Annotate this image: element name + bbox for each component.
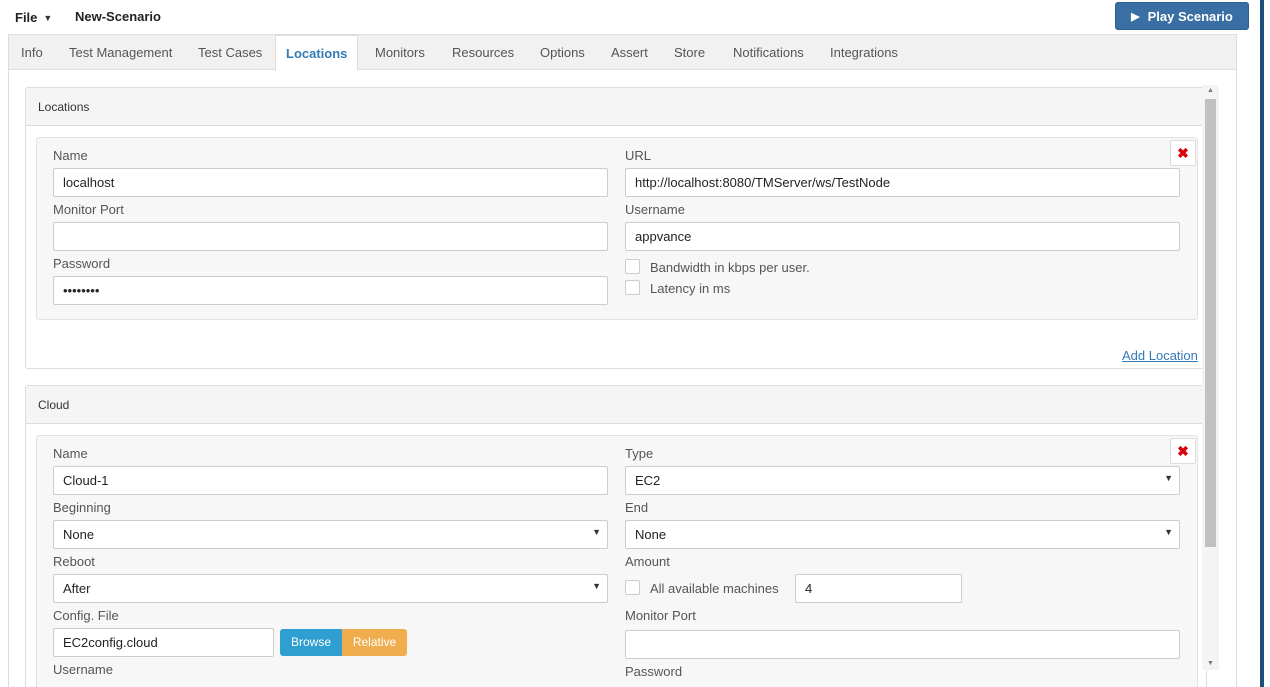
- monitor-port-input[interactable]: [53, 222, 608, 251]
- monitor-port-label: Monitor Port: [53, 202, 124, 217]
- password-label: Password: [53, 256, 111, 271]
- tab-resources[interactable]: Resources: [442, 35, 524, 70]
- cloud-panel: Cloud Name Cloud-1 Beginning None ▼ Reboo…: [25, 385, 1207, 687]
- dropdown-arrow-icon: ▼: [1164, 473, 1173, 483]
- amount-label: Amount: [625, 554, 670, 569]
- tab-test-cases[interactable]: Test Cases: [188, 35, 272, 70]
- tab-bar: Info Test Management Test Cases Location…: [9, 35, 1236, 71]
- url-input[interactable]: http://localhost:8080/TMServer/ws/TestNo…: [625, 168, 1180, 197]
- file-menu-label: File: [15, 10, 38, 25]
- username-label: Username: [625, 202, 685, 217]
- config-file-input[interactable]: EC2config.cloud: [53, 628, 274, 657]
- window-edge: [1260, 0, 1264, 687]
- dropdown-arrow-icon: ▼: [1164, 527, 1173, 537]
- cloud-monitor-port-label: Monitor Port: [625, 608, 696, 623]
- tab-store[interactable]: Store: [664, 35, 715, 70]
- cloud-panel-title: Cloud: [26, 386, 1206, 424]
- latency-label: Latency in ms: [650, 281, 731, 296]
- beginning-select[interactable]: None ▼: [53, 520, 608, 549]
- location-entry: Name localhost Monitor Port Password •••…: [36, 137, 1198, 320]
- username-input[interactable]: appvance: [625, 222, 1180, 251]
- tab-content: Locations Name localhost Monitor Port Pa…: [9, 71, 1236, 687]
- caret-down-icon: ▼: [43, 13, 53, 23]
- reboot-select[interactable]: After ▼: [53, 574, 608, 603]
- amount-input[interactable]: 4: [795, 574, 962, 603]
- locations-panel: Locations Name localhost Monitor Port Pa…: [25, 87, 1207, 369]
- dropdown-arrow-icon: ▼: [592, 581, 601, 591]
- dropdown-arrow-icon: ▼: [592, 527, 601, 537]
- location-name-label: Name: [53, 148, 88, 163]
- cloud-username-label: Username: [53, 662, 113, 677]
- reboot-label: Reboot: [53, 554, 95, 569]
- tab-assert[interactable]: Assert: [601, 35, 658, 70]
- tab-monitors[interactable]: Monitors: [365, 35, 435, 70]
- delete-icon: ✖: [1177, 443, 1189, 459]
- browse-button[interactable]: Browse: [280, 629, 342, 656]
- top-bar: File ▼ New-Scenario ▶ Play Scenario: [0, 0, 1270, 34]
- tabs-container: Info Test Management Test Cases Location…: [8, 34, 1237, 687]
- delete-location-button[interactable]: ✖: [1170, 140, 1196, 166]
- end-value: None: [635, 527, 667, 542]
- scenario-name: New-Scenario: [75, 9, 161, 24]
- location-name-input[interactable]: localhost: [53, 168, 608, 197]
- password-input[interactable]: ••••••••: [53, 276, 608, 305]
- play-scenario-button[interactable]: ▶ Play Scenario: [1115, 2, 1249, 30]
- cloud-name-label: Name: [53, 446, 88, 461]
- reboot-value: After: [63, 581, 91, 596]
- url-label: URL: [625, 148, 652, 163]
- delete-icon: ✖: [1177, 145, 1189, 161]
- all-machines-label: All available machines: [650, 581, 779, 596]
- scrollbar-thumb[interactable]: [1205, 99, 1216, 547]
- type-select[interactable]: EC2 ▼: [625, 466, 1180, 495]
- file-menu[interactable]: File ▼: [15, 10, 52, 25]
- latency-checkbox[interactable]: [625, 280, 640, 295]
- bandwidth-checkbox[interactable]: [625, 259, 640, 274]
- type-label: Type: [625, 446, 654, 461]
- cloud-entry: Name Cloud-1 Beginning None ▼ Reboot Afte…: [36, 435, 1198, 687]
- beginning-label: Beginning: [53, 500, 111, 515]
- tab-integrations[interactable]: Integrations: [820, 35, 908, 70]
- cloud-password-label: Password: [625, 664, 683, 679]
- beginning-value: None: [63, 527, 95, 542]
- delete-cloud-button[interactable]: ✖: [1170, 438, 1196, 464]
- all-machines-checkbox[interactable]: [625, 580, 640, 595]
- bandwidth-label: Bandwidth in kbps per user.: [650, 260, 810, 275]
- type-value: EC2: [635, 473, 661, 488]
- end-label: End: [625, 500, 649, 515]
- add-location-link[interactable]: Add Location: [1122, 348, 1198, 363]
- locations-panel-title: Locations: [26, 88, 1206, 126]
- cloud-name-input[interactable]: Cloud-1: [53, 466, 608, 495]
- tab-notifications[interactable]: Notifications: [723, 35, 814, 70]
- scroll-up-icon[interactable]: ▲: [1202, 85, 1219, 97]
- relative-button[interactable]: Relative: [342, 629, 407, 656]
- tab-locations[interactable]: Locations: [275, 35, 359, 71]
- play-scenario-label: Play Scenario: [1147, 8, 1233, 24]
- config-file-label: Config. File: [53, 608, 119, 623]
- cloud-monitor-port-input[interactable]: [625, 630, 1180, 659]
- tab-options[interactable]: Options: [530, 35, 595, 70]
- play-icon: ▶: [1131, 10, 1140, 23]
- scroll-down-icon[interactable]: ▼: [1202, 658, 1219, 670]
- end-select[interactable]: None ▼: [625, 520, 1180, 549]
- tab-info[interactable]: Info: [11, 35, 53, 70]
- vertical-scrollbar[interactable]: ▲ ▼: [1202, 85, 1219, 670]
- tab-test-management[interactable]: Test Management: [59, 35, 182, 70]
